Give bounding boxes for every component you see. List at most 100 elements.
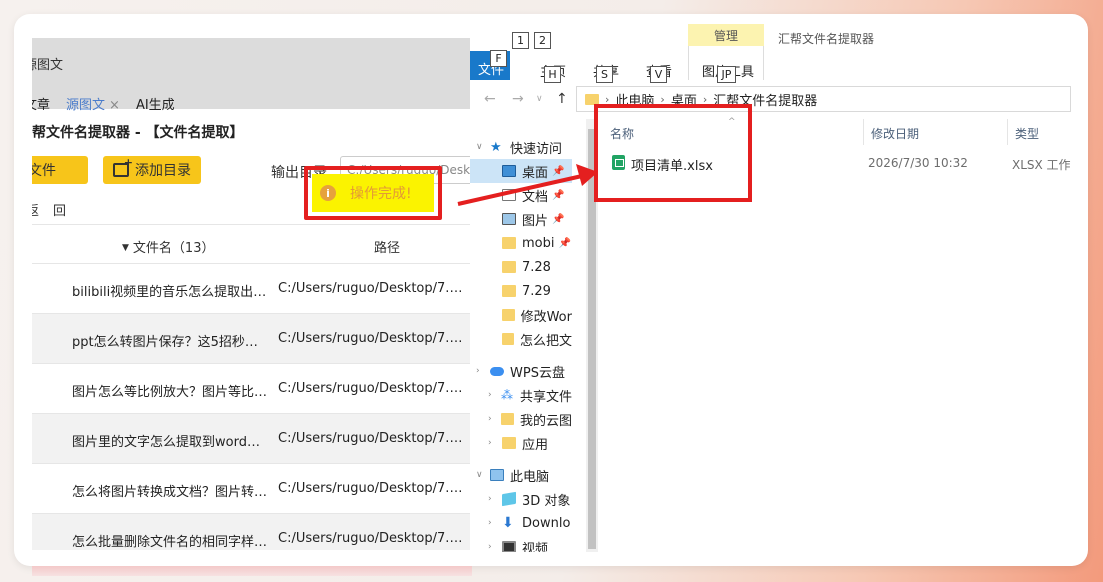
tree-mobi[interactable]: mobi 📌 <box>502 231 572 255</box>
tree-wps-cloud[interactable]: › WPS云盘 <box>476 359 565 383</box>
tree-label: WPS云盘 <box>510 365 565 381</box>
folder-icon <box>502 437 516 449</box>
address-bar: ← → ∨ ↑ › 此电脑 › 桌面 › 汇帮文件名提取器 <box>470 84 1087 114</box>
table-row[interactable]: 怎么将图片转换成文档？图片转文... C:/Users/ruguo/Desktop… <box>32 464 472 514</box>
table-row[interactable]: 图片怎么等比例放大？图片等比例... C:/Users/ruguo/Desktop… <box>32 364 472 414</box>
row-name: ppt怎么转图片保存？这5招秒变高... <box>72 335 268 350</box>
navigation-pane: ∨ ★ 快速访问 桌面 📌 文档 📌 图片 📌 mobi 📌 7.28 7.29 修改Wor… <box>470 119 586 552</box>
add-file-button[interactable]: 添加文件 <box>32 156 88 184</box>
pin-icon: 📌 <box>552 165 565 177</box>
chevron-right-icon: › <box>488 494 492 504</box>
tree-label: Downlo <box>522 515 571 531</box>
bottom-strip <box>32 566 472 576</box>
column-path[interactable]: 路径 <box>374 237 400 256</box>
folder-icon <box>585 93 599 105</box>
chevron-right-icon: › <box>488 438 492 448</box>
row-name: bilibili视频里的音乐怎么提取出来... <box>72 285 268 300</box>
file-explorer: 管理 汇帮文件名提取器 文件 主页 共享 查看 图片工具 1 2 F H S V… <box>470 24 1087 552</box>
column-date[interactable]: 修改日期 <box>871 125 919 142</box>
tree-label: 共享文件 <box>519 389 572 405</box>
tree-folder-729[interactable]: 7.29 <box>502 279 572 303</box>
share-icon: ⁂ <box>500 388 513 402</box>
tab-source[interactable]: 源图文 × <box>66 94 120 113</box>
column-type[interactable]: 类型 <box>1015 125 1039 142</box>
row-name: 怎么将图片转换成文档？图片转文... <box>72 485 268 500</box>
tree-folder-728[interactable]: 7.28 <box>502 255 572 279</box>
ribbon-context-group: 管理 <box>688 24 764 46</box>
chevron-down-icon[interactable]: ∨ <box>536 94 543 104</box>
tree-label: 7.28 <box>522 259 551 275</box>
column-divider[interactable] <box>863 119 864 145</box>
pin-icon: 📌 <box>552 189 565 201</box>
row-path: C:/Users/ruguo/Desktop/7.27/... <box>278 531 470 546</box>
tree-documents[interactable]: 文档 📌 <box>502 183 572 207</box>
computer-icon <box>490 469 504 481</box>
tree-label: 快速访问 <box>510 141 563 157</box>
tab-ai[interactable]: AI生成 <box>136 94 175 113</box>
row-path: C:/Users/ruguo/Desktop/7.27/... <box>278 481 470 496</box>
document-icon <box>502 189 516 201</box>
tree-label: 图片 <box>522 213 549 229</box>
tree-apps[interactable]: › 应用 <box>488 431 572 455</box>
tree-label: 文档 <box>522 189 549 205</box>
toast-text: 操作完成! <box>350 186 412 202</box>
tree-label: 3D 对象 <box>522 493 571 509</box>
tree-pictures[interactable]: 图片 📌 <box>502 207 572 231</box>
tree-label: 应用 <box>522 437 549 453</box>
chevron-right-icon: › <box>488 542 492 552</box>
tree-my-cloud[interactable]: › 我的云图 <box>488 407 572 431</box>
tree-3d-objects[interactable]: › 3D 对象 <box>488 487 572 511</box>
pin-icon: 📌 <box>558 237 571 249</box>
folder-icon <box>502 285 516 297</box>
keytip-h: H <box>544 66 561 83</box>
add-file-label: 添加文件 <box>32 163 56 179</box>
tree-desktop[interactable]: 桌面 📌 <box>470 159 572 183</box>
chevron-right-icon: › <box>488 390 492 400</box>
table-header: 文件名（13） 路径 <box>32 224 472 264</box>
folder-add-icon <box>113 156 133 177</box>
folder-icon <box>502 261 516 273</box>
close-icon[interactable]: × <box>109 98 120 113</box>
forward-icon[interactable]: → <box>512 91 524 107</box>
keytip-2: 2 <box>534 32 551 49</box>
row-path: C:/Users/ruguo/Desktop/7.27/... <box>278 381 470 396</box>
table-row[interactable]: bilibili视频里的音乐怎么提取出来... C:/Users/ruguo/De… <box>32 264 472 314</box>
info-icon: i <box>320 185 336 201</box>
link-1[interactable]: 返 <box>32 200 39 219</box>
tree-label: 此电脑 <box>510 469 550 485</box>
column-divider[interactable] <box>1007 119 1008 145</box>
pin-icon: 📌 <box>552 213 565 225</box>
up-icon[interactable]: ↑ <box>556 91 568 107</box>
file-type: XLSX 工作 <box>1012 158 1071 172</box>
link-2[interactable]: 回 <box>53 200 66 219</box>
tree-folder-how[interactable]: 怎么把文 <box>502 327 572 351</box>
tab-article[interactable]: 文章 <box>32 94 50 113</box>
back-icon[interactable]: ← <box>484 91 496 107</box>
tree-folder-word[interactable]: 修改Wor <box>502 303 572 327</box>
tree-downloads[interactable]: › ⬇ Downlo <box>488 511 572 535</box>
file-table: bilibili视频里的音乐怎么提取出来... C:/Users/ruguo/De… <box>32 264 472 550</box>
cube-icon <box>502 491 516 507</box>
tree-label: 我的云图 <box>519 413 572 429</box>
keytip-1: 1 <box>512 32 529 49</box>
column-filename[interactable]: 文件名（13） <box>122 237 215 256</box>
download-icon: ⬇ <box>502 515 514 531</box>
video-icon <box>502 541 516 552</box>
row-name: 图片里的文字怎么提取到word？5... <box>72 435 268 450</box>
tree-videos[interactable]: › 视频 <box>488 535 572 552</box>
row-name: 怎么批量删除文件名的相同字样？... <box>72 535 268 550</box>
tree-quick-access[interactable]: ∨ ★ 快速访问 <box>476 135 562 159</box>
toast-message: i 操作完成! <box>312 174 434 212</box>
add-folder-button[interactable]: 添加目录 <box>103 156 201 184</box>
chevron-right-icon: › <box>488 414 492 424</box>
row-path: C:/Users/ruguo/Desktop/7.27/... <box>278 431 470 446</box>
table-row[interactable]: 怎么批量删除文件名的相同字样？... C:/Users/ruguo/Desktop… <box>32 514 472 550</box>
table-row[interactable]: ppt怎么转图片保存？这5招秒变高... C:/Users/ruguo/Deskt… <box>32 314 472 364</box>
keytip-v: V <box>650 66 667 83</box>
tree-this-pc[interactable]: ∨ 此电脑 <box>476 463 549 487</box>
keytip-jp: JP <box>717 66 736 83</box>
tree-shared[interactable]: › ⁂ 共享文件 <box>488 383 572 407</box>
add-folder-label: 添加目录 <box>135 163 191 179</box>
file-date: 2026/7/30 10:32 <box>868 156 968 170</box>
table-row[interactable]: 图片里的文字怎么提取到word？5... C:/Users/ruguo/Deskt… <box>32 414 472 464</box>
